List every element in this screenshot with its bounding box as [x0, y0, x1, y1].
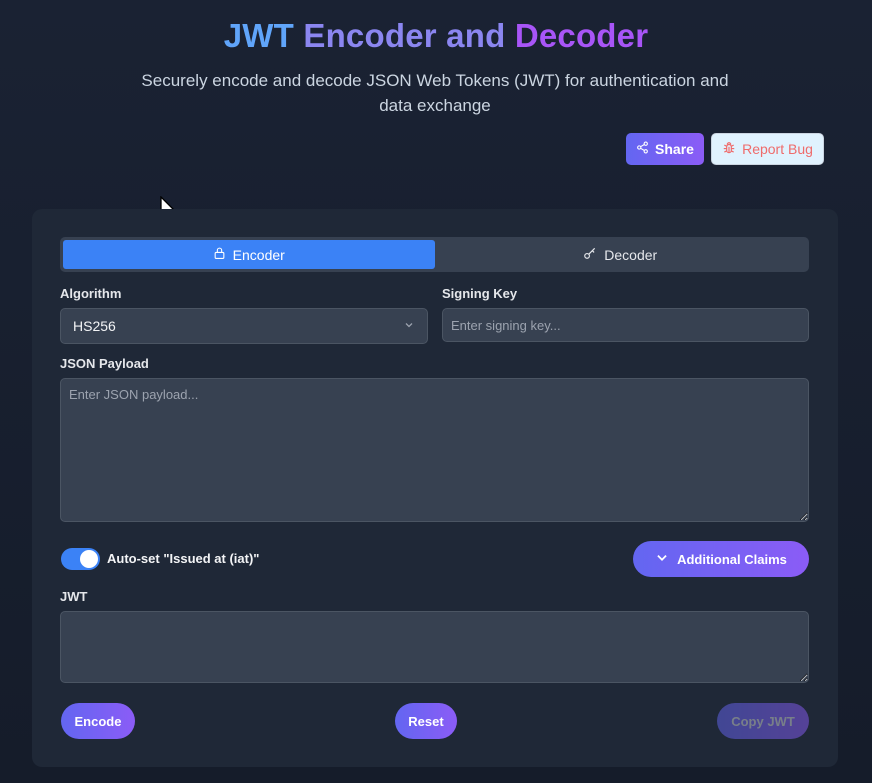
report-bug-button[interactable]: Report Bug [711, 133, 824, 165]
title-part-decoder: Decoder [514, 17, 649, 54]
tab-encoder-label: Encoder [232, 246, 285, 263]
jwt-output[interactable] [60, 611, 809, 683]
jwt-label: JWT [60, 589, 88, 604]
json-payload-input[interactable] [60, 378, 809, 522]
tab-encoder[interactable]: Encoder [63, 240, 435, 269]
tab-decoder[interactable]: Decoder [435, 240, 807, 269]
auto-iat-toggle[interactable] [61, 548, 100, 570]
additional-claims-label: Additional Claims [677, 551, 787, 567]
lock-icon [213, 246, 226, 263]
chevron-down-icon [403, 318, 415, 334]
signing-key-input[interactable] [442, 308, 809, 342]
title-part-encoder: Encoder and [303, 17, 506, 54]
key-icon [583, 246, 597, 263]
tab-decoder-label: Decoder [604, 246, 658, 263]
page-title: JWT Encoder and Decoder [0, 14, 872, 58]
mode-tabs: Encoder Decoder [60, 237, 809, 272]
page: JWT Encoder and Decoder Securely encode … [0, 0, 872, 783]
share-icon [636, 141, 649, 157]
encode-button[interactable]: Encode [61, 703, 135, 739]
page-subtitle: Securely encode and decode JSON Web Toke… [141, 71, 729, 115]
signing-key-label: Signing Key [442, 286, 518, 301]
copy-jwt-button[interactable]: Copy JWT [717, 703, 809, 739]
algorithm-select[interactable]: HS256 [60, 308, 428, 344]
report-bug-label: Report Bug [742, 141, 813, 157]
title-part-jwt: JWT [223, 17, 294, 54]
toggle-knob [80, 550, 98, 568]
auto-iat-label: Auto-set "Issued at (iat)" [107, 551, 260, 566]
algorithm-label: Algorithm [60, 286, 122, 301]
json-payload-label: JSON Payload [60, 356, 149, 371]
reset-button[interactable]: Reset [395, 703, 457, 739]
algorithm-value: HS256 [73, 318, 116, 334]
bug-icon [722, 141, 736, 158]
share-button[interactable]: Share [626, 133, 704, 165]
chevron-down-icon [655, 551, 669, 568]
share-label: Share [655, 141, 694, 157]
additional-claims-button[interactable]: Additional Claims [633, 541, 809, 577]
